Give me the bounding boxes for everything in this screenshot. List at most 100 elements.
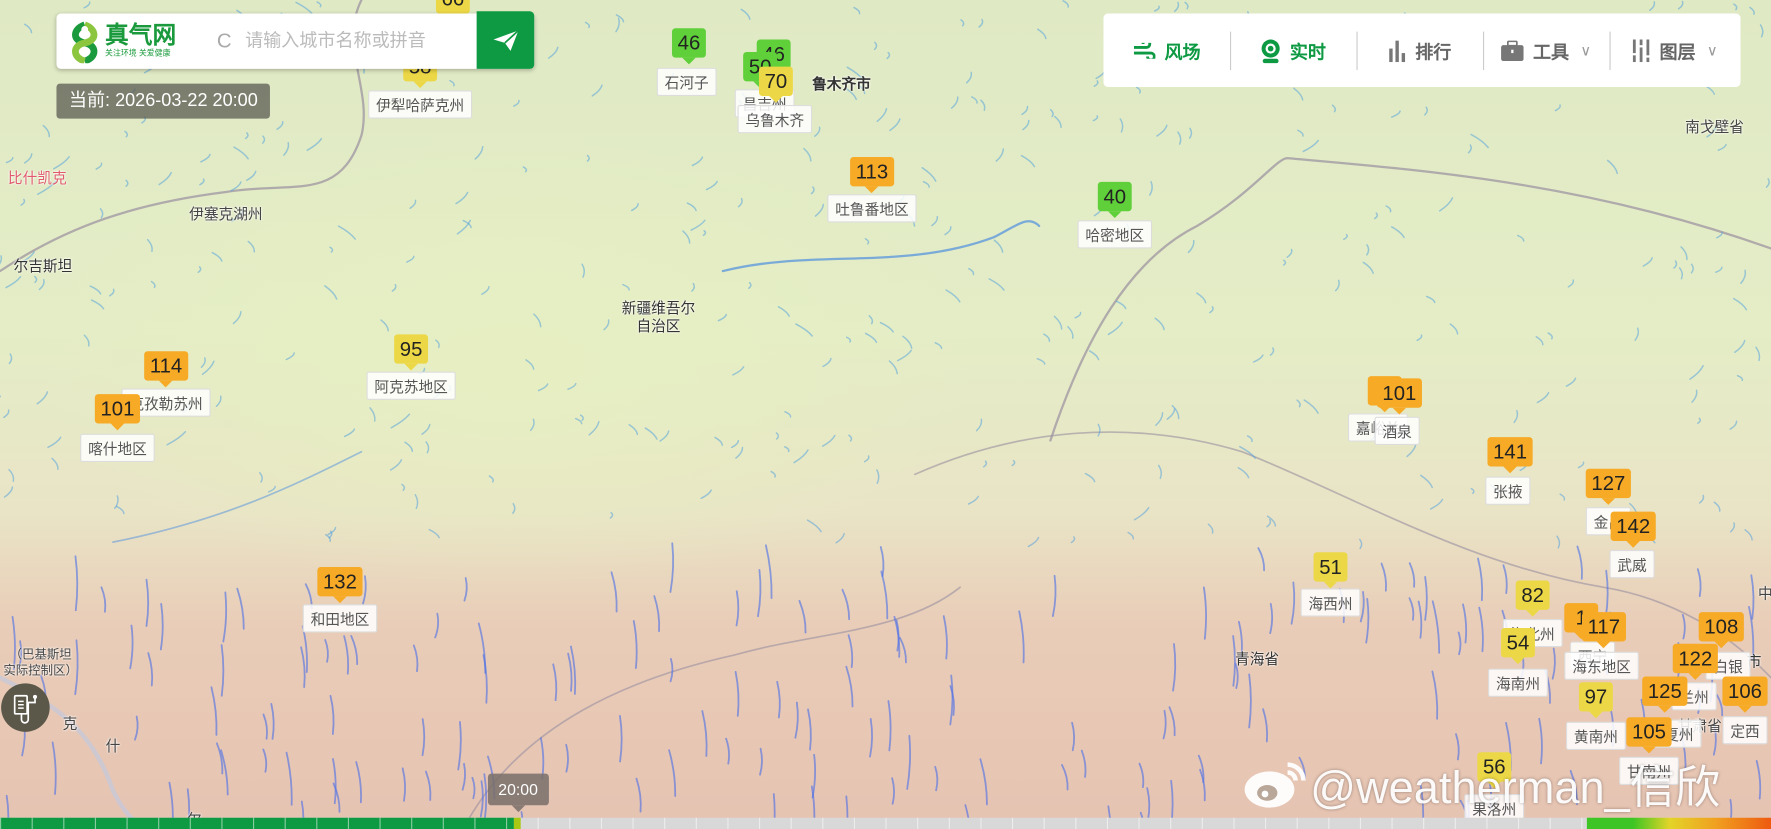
region-label: 实际控制区） bbox=[3, 664, 78, 678]
wind-streak bbox=[1067, 326, 1074, 339]
aqi-marker[interactable]: 125 bbox=[1642, 676, 1688, 713]
aqi-marker[interactable]: 101 bbox=[94, 394, 141, 431]
aqi-marker[interactable]: 51 bbox=[1313, 552, 1348, 589]
wind-streak bbox=[1054, 115, 1062, 129]
wind-streak bbox=[220, 644, 225, 697]
wind-streak bbox=[1649, 1, 1656, 12]
map-stage[interactable]: 新疆维吾尔 自治区 青海省 南戈壁省 比什凯克 伊塞克湖州 尔吉斯坦 （巴基斯坦… bbox=[0, 0, 1771, 829]
wind-streak bbox=[1733, 3, 1738, 11]
wind-streak bbox=[434, 612, 440, 639]
aqi-marker[interactable]: 132 bbox=[317, 566, 363, 604]
wind-streak bbox=[1740, 269, 1747, 285]
aqi-marker[interactable]: 40 bbox=[1097, 181, 1132, 218]
wind-streak bbox=[1174, 1, 1180, 13]
wind-streak bbox=[145, 578, 150, 627]
timeline-tick bbox=[1486, 817, 1488, 829]
timeline-tick bbox=[505, 817, 508, 829]
city-label[interactable]: 海西州 bbox=[1300, 588, 1361, 617]
wind-streak bbox=[222, 591, 228, 643]
city-label[interactable]: 阿克苏地区 bbox=[366, 371, 456, 400]
wind-streak bbox=[1269, 347, 1275, 356]
wind-streak bbox=[74, 555, 79, 612]
wind-streak bbox=[1115, 300, 1127, 310]
city-label[interactable]: 石河子 bbox=[656, 67, 717, 97]
wind-streak bbox=[1417, 600, 1423, 639]
city-label[interactable]: 乌鲁木齐 bbox=[737, 105, 813, 134]
city-label[interactable]: 和田地区 bbox=[302, 604, 378, 633]
wind-streak bbox=[968, 267, 975, 276]
aqi-marker[interactable]: 117 bbox=[1581, 612, 1626, 649]
aqi-marker[interactable]: 82 bbox=[1515, 580, 1550, 617]
wind-streak bbox=[864, 332, 878, 343]
wind-streak bbox=[1556, 535, 1561, 549]
wind-streak bbox=[1681, 613, 1686, 640]
wind-streak bbox=[1172, 643, 1177, 692]
wind-field-button[interactable]: 风场 bbox=[1103, 14, 1229, 87]
wind-streak bbox=[906, 734, 911, 790]
wind-streak bbox=[391, 284, 397, 292]
logo[interactable]: 真气网 关注环境 关爱健康 bbox=[68, 20, 201, 64]
layers-label: 图层 bbox=[1659, 43, 1696, 63]
city-label[interactable]: 吐鲁番地区 bbox=[827, 194, 917, 223]
timeline-tick bbox=[790, 817, 792, 829]
city-label[interactable]: 海南州 bbox=[1488, 668, 1548, 697]
aqi-marker[interactable]: 142 bbox=[1610, 511, 1656, 548]
aqi-marker[interactable]: 54 bbox=[1501, 627, 1535, 665]
wind-streak bbox=[547, 46, 559, 59]
aqi-marker[interactable]: 114 bbox=[144, 351, 188, 388]
city-label[interactable]: 喀什地区 bbox=[80, 433, 155, 462]
aqi-marker[interactable]: 70 bbox=[758, 66, 793, 103]
aqi-marker[interactable]: 95 bbox=[394, 334, 429, 371]
wind-streak bbox=[1517, 234, 1525, 242]
wind-streak bbox=[1246, 435, 1253, 443]
aqi-marker[interactable]: 122 bbox=[1672, 643, 1718, 680]
aqi-marker[interactable]: 101 bbox=[1376, 378, 1423, 415]
wind-streak bbox=[1462, 603, 1468, 644]
city-label[interactable]: 酒泉 bbox=[1374, 416, 1420, 446]
realtime-button[interactable]: 实时 bbox=[1229, 14, 1356, 87]
aqi-marker[interactable]: 113 bbox=[850, 156, 894, 194]
city-label[interactable]: 张掖 bbox=[1485, 476, 1531, 505]
timeline-current-handle[interactable] bbox=[513, 817, 521, 829]
wind-streak bbox=[967, 495, 979, 505]
aqi-marker[interactable]: 66 bbox=[435, 0, 470, 21]
layers-dropdown[interactable]: 图层 ∨ bbox=[1609, 14, 1740, 87]
wind-streak bbox=[1177, 131, 1182, 145]
wind-streak bbox=[285, 352, 295, 361]
wind-streak bbox=[389, 459, 403, 471]
wind-streak bbox=[463, 577, 468, 602]
aqi-marker[interactable]: 106 bbox=[1722, 676, 1768, 713]
aqi-marker[interactable]: 127 bbox=[1585, 468, 1631, 505]
wind-streak bbox=[732, 366, 745, 376]
map-canvas[interactable] bbox=[0, 0, 1771, 829]
city-label[interactable]: 海东地区 bbox=[1564, 651, 1639, 680]
aqi-marker[interactable]: 108 bbox=[1698, 612, 1744, 649]
aqi-marker[interactable]: 141 bbox=[1487, 437, 1533, 474]
tools-dropdown[interactable]: 工具 ∨ bbox=[1482, 14, 1609, 87]
wind-streak bbox=[1408, 597, 1415, 621]
city-label[interactable]: 伊犁哈萨克州 bbox=[368, 90, 473, 119]
city-label[interactable]: 定西 bbox=[1722, 716, 1768, 745]
device-plug-button[interactable] bbox=[1, 683, 50, 732]
wind-streak bbox=[971, 96, 978, 104]
timeline-tick bbox=[1549, 817, 1551, 829]
wind-streak bbox=[1202, 586, 1207, 640]
wind-streak bbox=[1478, 606, 1484, 653]
timeline-bar[interactable] bbox=[0, 817, 1771, 829]
wind-streak bbox=[591, 84, 603, 97]
city-label[interactable]: 黄南州 bbox=[1565, 721, 1626, 750]
city-label[interactable]: 武威 bbox=[1609, 550, 1655, 579]
refresh-icon[interactable]: C bbox=[217, 29, 232, 53]
wind-streak bbox=[1061, 764, 1069, 791]
wind-streak bbox=[845, 665, 854, 708]
aqi-marker[interactable]: 97 bbox=[1578, 682, 1613, 719]
search-submit-button[interactable] bbox=[476, 11, 535, 69]
city-label[interactable]: 哈密地区 bbox=[1077, 220, 1153, 249]
aqi-marker[interactable]: 105 bbox=[1626, 717, 1672, 754]
wind-streak bbox=[921, 166, 937, 182]
ranking-button[interactable]: 排行 bbox=[1356, 14, 1482, 87]
wind-streak bbox=[461, 762, 466, 791]
aqi-marker[interactable]: 46 bbox=[672, 28, 706, 65]
wind-streak bbox=[610, 571, 618, 613]
city-search-input[interactable] bbox=[242, 29, 485, 53]
